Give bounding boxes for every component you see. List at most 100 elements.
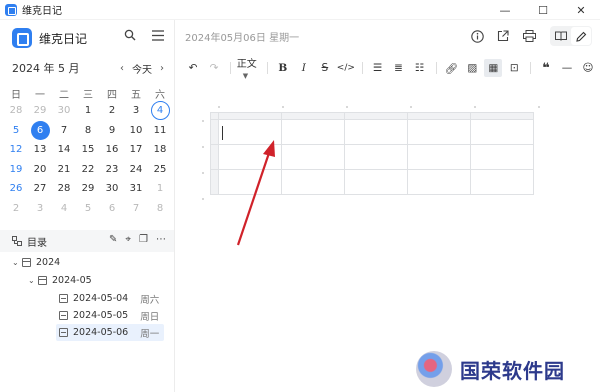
calendar-day[interactable]: 4	[52, 199, 76, 219]
read-mode-icon[interactable]	[551, 27, 571, 45]
quote-icon[interactable]: ❝	[537, 59, 555, 77]
calendar-day[interactable]: 16	[100, 140, 124, 160]
calendar-day[interactable]: 11	[148, 121, 172, 141]
tree-item[interactable]: 2024-05-04 周六	[56, 290, 162, 307]
tree-item[interactable]: 2024-05-06 周一	[56, 324, 164, 341]
close-button[interactable]: ✕	[562, 0, 600, 20]
chevron-down-icon[interactable]: ⌄	[28, 276, 38, 285]
table-cell[interactable]	[470, 144, 534, 170]
calendar-day[interactable]: 8	[148, 199, 172, 219]
calendar-day[interactable]: 19	[4, 160, 28, 180]
strikethrough-icon[interactable]: S	[316, 59, 334, 77]
calendar-day[interactable]: 1	[76, 101, 100, 121]
calendar-day[interactable]: 23	[100, 160, 124, 180]
calendar-day[interactable]: 27	[28, 179, 52, 199]
calendar-day[interactable]: 12	[4, 140, 28, 160]
calendar-day[interactable]: 25	[148, 160, 172, 180]
table-icon[interactable]: ▦	[484, 59, 503, 77]
calendar-day[interactable]: 8	[76, 121, 100, 141]
undo-icon[interactable]: ↶	[184, 59, 202, 77]
calendar-day[interactable]: 2	[4, 199, 28, 219]
calendar-day[interactable]: 14	[52, 140, 76, 160]
calendar-day[interactable]: 2	[100, 101, 124, 121]
calendar-day[interactable]: 13	[28, 140, 52, 160]
info-icon[interactable]	[464, 26, 490, 46]
calendar-day[interactable]: 24	[124, 160, 148, 180]
calendar-day[interactable]: 31	[124, 179, 148, 199]
bold-icon[interactable]: B	[274, 59, 292, 77]
table-cell[interactable]	[407, 169, 471, 195]
code-icon[interactable]: </>	[337, 59, 355, 77]
search-icon[interactable]	[124, 29, 136, 41]
sidebar-tools	[124, 29, 164, 41]
numbered-list-icon[interactable]: ≣	[390, 59, 408, 77]
image-icon[interactable]: ▨	[463, 59, 481, 77]
calendar-day[interactable]: 4	[148, 101, 172, 121]
table-cell[interactable]	[407, 144, 471, 170]
paragraph-style-select[interactable]: 正文 ▼	[237, 55, 259, 81]
bullet-list-icon[interactable]: ☰	[369, 59, 387, 77]
calendar-day[interactable]: 18	[148, 140, 172, 160]
table-cell[interactable]	[281, 169, 345, 195]
embed-icon[interactable]: ⊡	[505, 59, 523, 77]
export-icon[interactable]	[490, 26, 516, 46]
table-cell[interactable]	[344, 144, 408, 170]
edit-mode-icon[interactable]	[571, 27, 591, 45]
view-mode-toggle	[550, 26, 592, 46]
minimize-button[interactable]: —	[486, 0, 524, 20]
link-icon[interactable]: 🔗︎	[442, 59, 460, 77]
maximize-button[interactable]: ☐	[524, 0, 562, 20]
calendar-day[interactable]: 29	[76, 179, 100, 199]
calendar-day[interactable]: 7	[124, 199, 148, 219]
document-icon	[59, 328, 68, 337]
calendar-day[interactable]: 10	[124, 121, 148, 141]
calendar-day[interactable]: 30	[52, 101, 76, 121]
calendar-day[interactable]: 6	[100, 199, 124, 219]
calendar-day[interactable]: 6	[28, 120, 52, 141]
calendar-day[interactable]: 22	[76, 160, 100, 180]
menu-icon[interactable]	[152, 29, 164, 41]
redo-icon[interactable]: ↷	[205, 59, 223, 77]
calendar-day[interactable]: 5	[4, 121, 28, 141]
calendar-day[interactable]: 28	[52, 179, 76, 199]
divider-icon[interactable]: —	[558, 59, 576, 77]
calendar-day[interactable]: 15	[76, 140, 100, 160]
calendar-day[interactable]: 7	[52, 121, 76, 141]
calendar-day[interactable]: 30	[100, 179, 124, 199]
next-month-icon[interactable]: ›	[160, 63, 164, 74]
more-icon[interactable]: ⋯	[156, 234, 166, 245]
tree-item[interactable]: ⌄ 2024	[12, 254, 162, 271]
locate-icon[interactable]: ⌖	[125, 234, 131, 245]
print-icon[interactable]	[516, 26, 542, 46]
calendar-day[interactable]: 1	[148, 179, 172, 199]
prev-month-icon[interactable]: ‹	[120, 63, 124, 74]
tree-item-label: 2024-05	[52, 275, 92, 286]
new-entry-icon[interactable]: ✎	[109, 234, 117, 245]
calendar-day[interactable]: 3	[28, 199, 52, 219]
calendar-day[interactable]: 3	[124, 101, 148, 121]
calendar-day[interactable]: 29	[28, 101, 52, 121]
emoji-icon[interactable]: ☺	[579, 59, 597, 77]
calendar-icon	[22, 258, 31, 267]
calendar-day[interactable]: 5	[76, 199, 100, 219]
italic-icon[interactable]: I	[295, 59, 313, 77]
tree-item[interactable]: 2024-05-05 周日	[56, 307, 162, 324]
today-button[interactable]: 今天	[132, 61, 152, 76]
table-cell[interactable]	[281, 119, 345, 145]
tree-item[interactable]: ⌄ 2024-05	[28, 272, 162, 289]
calendar-day[interactable]: 21	[52, 160, 76, 180]
calendar-day[interactable]: 9	[100, 121, 124, 141]
table-cell[interactable]	[281, 144, 345, 170]
calendar-day[interactable]: 26	[4, 179, 28, 199]
table-cell[interactable]	[407, 119, 471, 145]
table-cell[interactable]	[470, 119, 534, 145]
chevron-down-icon[interactable]: ⌄	[12, 258, 22, 267]
table-cell[interactable]	[344, 169, 408, 195]
calendar-day[interactable]: 17	[124, 140, 148, 160]
calendar-day[interactable]: 28	[4, 101, 28, 121]
table-cell[interactable]	[470, 169, 534, 195]
collapse-all-icon[interactable]: ❐	[139, 234, 148, 245]
task-list-icon[interactable]: ☷	[411, 59, 429, 77]
table-cell[interactable]	[344, 119, 408, 145]
calendar-day[interactable]: 20	[28, 160, 52, 180]
